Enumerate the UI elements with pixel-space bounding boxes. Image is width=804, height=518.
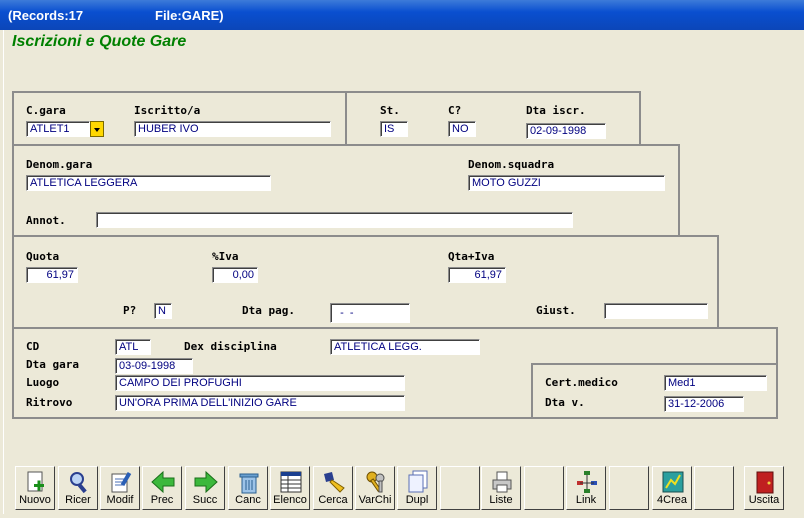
label-luogo: Luogo xyxy=(26,376,60,389)
st-field[interactable]: IS xyxy=(380,121,408,137)
label-ritrovo: Ritrovo xyxy=(26,396,73,409)
trash-icon xyxy=(239,473,259,494)
label-dta-v: Dta v. xyxy=(545,396,585,409)
label-dex-disciplina: Dex disciplina xyxy=(184,340,277,353)
uscita-button[interactable]: Uscita xyxy=(744,466,784,510)
dta-iscr-field[interactable]: 02-09-1998 xyxy=(526,123,606,139)
label-dta-iscr: Dta iscr. xyxy=(526,104,586,117)
empty-button-3[interactable] xyxy=(609,466,649,510)
empty-button-2[interactable] xyxy=(524,466,564,510)
duplicate-icon xyxy=(408,470,428,493)
crea-button[interactable]: 4Crea xyxy=(652,466,692,510)
denom-gara-field[interactable]: ATLETICA LEGGERA xyxy=(26,175,271,191)
modif-label: Modif xyxy=(106,494,134,506)
elenco-button[interactable]: Elenco xyxy=(270,466,310,510)
arrow-left-icon xyxy=(151,470,175,494)
dta-gara-field[interactable]: 03-09-1998 xyxy=(115,358,193,374)
label-qta-iva: Qta+Iva xyxy=(448,250,495,263)
nuovo-button[interactable]: Nuovo xyxy=(15,466,55,510)
link-tree-icon xyxy=(577,471,597,493)
label-iscritto: Iscritto/a xyxy=(134,104,201,117)
label-c: C? xyxy=(448,104,462,117)
title-bar: (Records:17 File:GARE) xyxy=(0,0,804,30)
printer-icon xyxy=(492,471,512,493)
dupl-button[interactable]: Dupl xyxy=(397,466,437,510)
label-quota: Quota xyxy=(26,250,60,263)
label-denom-gara: Denom.gara xyxy=(26,158,93,171)
cerca-button[interactable]: Cerca xyxy=(313,466,353,510)
iscritto-field[interactable]: HUBER IVO xyxy=(134,121,331,137)
label-cd: CD xyxy=(26,340,40,353)
cd-field[interactable]: ATL xyxy=(115,339,151,355)
prec-label: Prec xyxy=(150,494,174,506)
ricer-button[interactable]: Ricer xyxy=(58,466,98,510)
edit-document-icon xyxy=(111,471,132,493)
exit-door-icon xyxy=(756,471,774,494)
p-field[interactable]: N xyxy=(154,303,172,319)
dex-disciplina-field[interactable]: ATLETICA LEGG. xyxy=(330,339,480,355)
new-document-icon xyxy=(27,471,44,492)
c-field[interactable]: NO xyxy=(448,121,476,137)
flashlight-icon xyxy=(324,472,345,493)
iva-field[interactable]: 0,00 xyxy=(212,267,258,283)
label-p: P? xyxy=(123,304,137,317)
giust-field[interactable] xyxy=(604,303,708,319)
keys-icon xyxy=(366,471,385,493)
crea-label: 4Crea xyxy=(657,494,687,506)
label-dta-gara: Dta gara xyxy=(26,358,79,371)
link-label: Link xyxy=(575,494,597,506)
succ-button[interactable]: Succ xyxy=(185,466,225,510)
canc-button[interactable]: Canc xyxy=(228,466,268,510)
uscita-label: Uscita xyxy=(748,494,780,506)
quota-field[interactable]: 61,97 xyxy=(26,267,78,283)
label-cert-medico: Cert.medico xyxy=(545,376,618,389)
label-st: St. xyxy=(380,104,400,117)
varchi-button[interactable]: VarChi xyxy=(355,466,395,510)
form-title: Iscrizioni e Quote Gare xyxy=(12,33,187,50)
annot-field[interactable] xyxy=(96,212,573,228)
dta-v-field[interactable]: 31-12-2006 xyxy=(664,396,744,412)
label-dta-pag: Dta pag. xyxy=(242,304,295,317)
qta-iva-field[interactable]: 61,97 xyxy=(448,267,506,283)
cgara-field[interactable]: ATLET1 xyxy=(26,121,90,137)
label-giust: Giust. xyxy=(536,304,576,317)
succ-label: Succ xyxy=(192,494,218,506)
search-icon xyxy=(70,472,87,494)
label-cgara: C.gara xyxy=(26,104,66,117)
liste-button[interactable]: Liste xyxy=(481,466,521,510)
section-gara xyxy=(12,91,347,146)
empty-button-4[interactable] xyxy=(694,466,734,510)
label-denom-squadra: Denom.squadra xyxy=(468,158,555,171)
link-button[interactable]: Link xyxy=(566,466,606,510)
prec-button[interactable]: Prec xyxy=(142,466,182,510)
empty-button-1[interactable] xyxy=(440,466,480,510)
cgara-dropdown-button[interactable] xyxy=(90,121,104,137)
ricer-label: Ricer xyxy=(65,494,91,506)
nuovo-label: Nuovo xyxy=(19,494,51,506)
records-count: (Records:17 xyxy=(8,8,84,23)
luogo-field[interactable]: CAMPO DEI PROFUGHI xyxy=(115,375,405,391)
dta-pag-field[interactable]: - - xyxy=(330,303,410,323)
denom-squadra-field[interactable]: MOTO GUZZI xyxy=(468,175,665,191)
create-chart-icon xyxy=(662,471,684,493)
table-list-icon xyxy=(280,471,302,493)
arrow-right-icon xyxy=(194,470,218,494)
varchi-label: VarChi xyxy=(358,494,392,506)
cerca-label: Cerca xyxy=(318,494,348,506)
canc-label: Canc xyxy=(235,494,261,506)
liste-label: Liste xyxy=(489,494,513,506)
ritrovo-field[interactable]: UN'ORA PRIMA DELL'INIZIO GARE xyxy=(115,395,405,411)
cert-medico-field[interactable]: Med1 xyxy=(664,375,767,391)
elenco-label: Elenco xyxy=(273,494,307,506)
file-name: File:GARE) xyxy=(155,8,224,23)
dupl-label: Dupl xyxy=(405,494,429,506)
label-annot: Annot. xyxy=(26,214,66,227)
label-iva: %Iva xyxy=(212,250,239,263)
modif-button[interactable]: Modif xyxy=(100,466,140,510)
